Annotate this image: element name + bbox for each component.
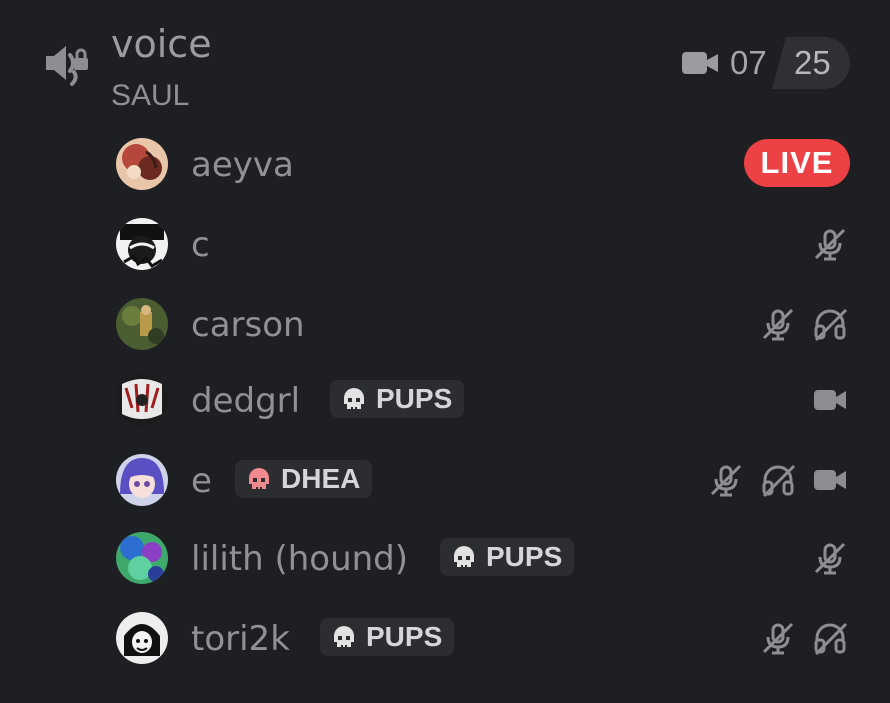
white-skull-icon [454,546,474,567]
voice-status-icons [760,302,850,346]
avatar [116,374,168,426]
voice-user-row[interactable]: tori2k PUPS [100,602,870,674]
red-skull-icon [249,468,269,489]
video-camera-icon [814,390,846,410]
voice-status-icons [810,222,850,266]
voice-user-row[interactable]: carson [100,288,870,360]
avatar [116,454,168,506]
server-tag-label: PUPS [376,383,453,414]
server-tag: DHEA [235,460,373,498]
video-camera-icon [682,52,718,74]
avatar [116,532,168,584]
server-tag: PUPS [330,380,465,418]
muted-mic-icon [814,542,846,575]
camera-count-current: 07 [730,44,767,81]
server-tag: PUPS [320,618,455,656]
username: c [191,225,210,265]
muted-mic-icon [710,464,742,497]
white-skull-icon [344,388,364,409]
muted-mic-icon [814,228,846,261]
channel-name: voice [111,22,212,66]
white-skull-icon [334,626,354,647]
voice-status-icons [810,378,850,422]
username: e [191,461,212,501]
avatar [116,138,168,190]
live-badge[interactable]: LIVE [744,139,850,187]
voice-status-icons [760,616,850,660]
camera-count-max: 25 [794,44,831,81]
avatar [116,612,168,664]
username: tori2k [191,619,290,659]
deafened-headphones-icon [814,622,848,656]
server-tag-label: PUPS [366,621,443,652]
speaker-lock-icon [46,46,88,86]
voice-user-row[interactable]: e DHEA [100,444,870,516]
voice-user-row[interactable]: c [100,208,870,280]
server-tag-label: DHEA [281,463,361,494]
voice-user-row[interactable]: lilith (hound) PUPS [100,522,870,594]
voice-user-row[interactable]: aeyva LIVE [100,128,870,200]
username: aeyva [191,145,294,185]
voice-user-row[interactable]: dedgrl PUPS [100,364,870,436]
muted-mic-icon [762,622,794,655]
avatar [116,218,168,270]
username: lilith (hound) [191,539,409,579]
deafened-headphones-icon [814,308,848,342]
voice-channel-header[interactable]: voice SAUL 07 25 [0,0,890,125]
video-camera-icon [814,470,846,490]
camera-slot-counter: 07 25 [680,37,850,89]
deafened-headphones-icon [762,464,796,498]
channel-subtitle: SAUL [111,79,190,112]
server-tag-label: PUPS [486,541,563,572]
voice-status-icons [708,458,850,502]
server-tag: PUPS [440,538,575,576]
username: carson [191,305,305,345]
voice-status-icons [810,536,850,580]
muted-mic-icon [762,308,794,341]
avatar [116,298,168,350]
username: dedgrl [191,381,301,421]
